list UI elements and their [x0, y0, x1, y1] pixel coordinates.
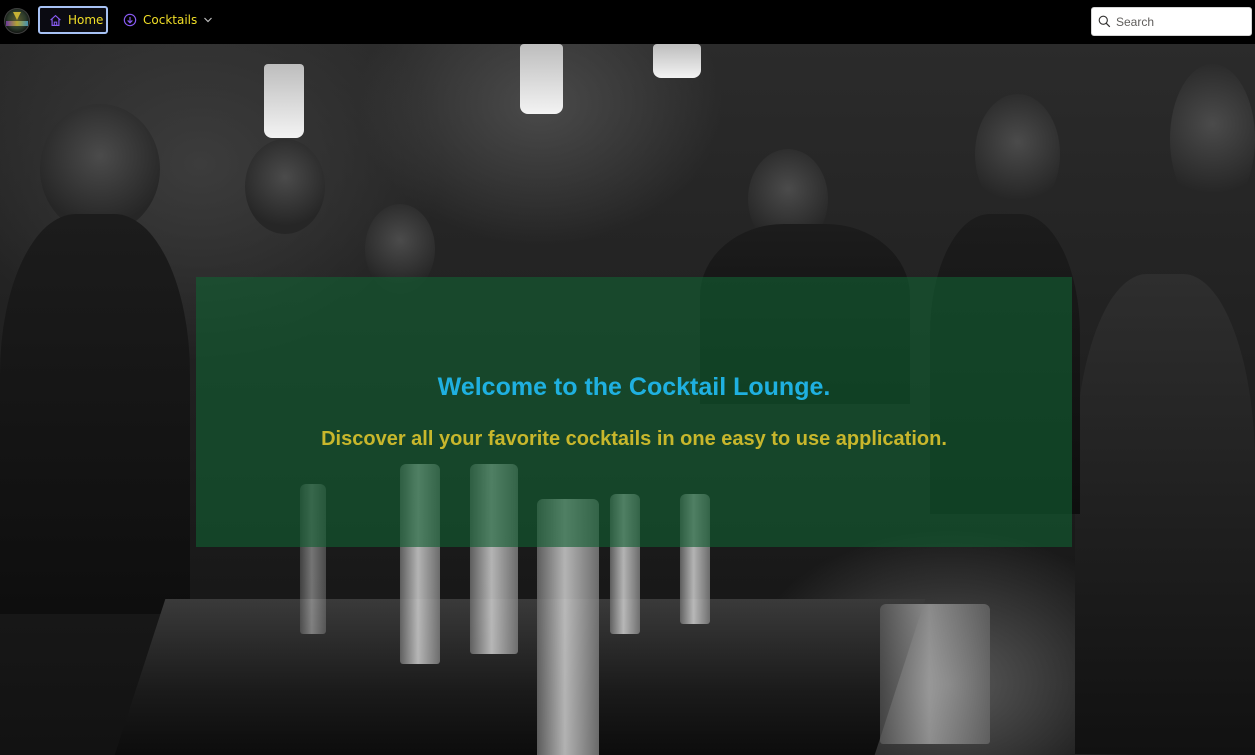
search-input[interactable] — [1116, 14, 1236, 29]
welcome-panel: Welcome to the Cocktail Lounge. Discover… — [196, 277, 1072, 547]
bar-counter — [114, 599, 926, 755]
search-box[interactable] — [1091, 7, 1252, 36]
person-silhouette — [1075, 274, 1255, 754]
welcome-title: Welcome to the Cocktail Lounge. — [437, 373, 831, 401]
cocktail-logo-icon[interactable] — [4, 8, 30, 34]
logo-glass — [13, 12, 21, 20]
search-icon — [1098, 15, 1111, 28]
person-silhouette — [0, 214, 190, 614]
person-silhouette — [1170, 64, 1255, 214]
circle-arrow-down-icon — [123, 13, 137, 27]
logo-band — [6, 21, 28, 26]
top-navigation-bar: Home Cocktails — [0, 0, 1255, 44]
nav-home-button[interactable]: Home — [38, 6, 108, 34]
person-silhouette — [975, 94, 1060, 214]
nav-cocktails-label: Cocktails — [143, 13, 198, 27]
nav-home-label: Home — [68, 13, 104, 27]
page: Home Cocktails Search Welcome to the Coc… — [0, 0, 1255, 755]
pendant-lamp — [264, 64, 304, 138]
person-silhouette — [245, 139, 325, 234]
welcome-subtitle: Discover all your favorite cocktails in … — [321, 428, 947, 450]
chevron-down-icon[interactable] — [203, 15, 213, 25]
pendant-lamp — [653, 44, 701, 78]
bottle — [880, 604, 990, 744]
pendant-lamp — [520, 44, 563, 114]
nav-cocktails-menu[interactable]: Cocktails — [118, 6, 213, 34]
home-icon — [49, 14, 62, 27]
